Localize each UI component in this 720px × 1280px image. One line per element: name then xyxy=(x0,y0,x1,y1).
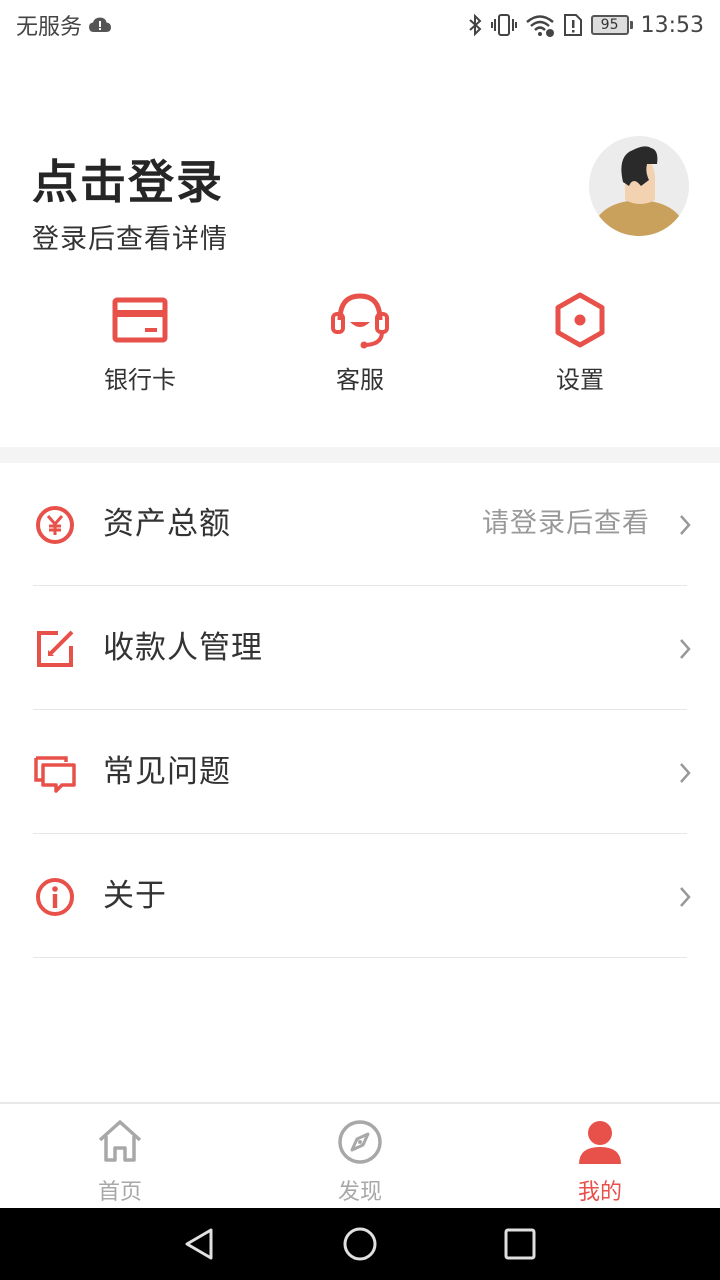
quick-actions: 银行卡 客服 设置 xyxy=(0,288,720,408)
chat-bubbles-icon xyxy=(34,756,76,793)
section-separator xyxy=(0,447,720,463)
nav-item-home[interactable]: 首页 xyxy=(60,1118,180,1206)
battery-indicator: 95 xyxy=(590,15,633,35)
chevron-right-icon xyxy=(680,887,691,907)
home-icon xyxy=(98,1120,142,1162)
menu-item-label: 收款人管理 xyxy=(103,630,263,666)
bottom-nav: 首页 发现 我的 xyxy=(0,1102,720,1208)
clock: 13:53 xyxy=(640,12,704,38)
person-icon xyxy=(579,1121,621,1164)
quick-action-label: 设置 xyxy=(556,366,604,394)
menu-item-label: 常见问题 xyxy=(103,754,231,790)
bank-card-icon xyxy=(112,297,168,343)
nav-item-mine[interactable]: 我的 xyxy=(540,1118,660,1206)
status-left: 无服务 xyxy=(16,9,112,41)
home-circle-icon[interactable] xyxy=(342,1226,378,1262)
vibrate-icon xyxy=(490,14,517,36)
carrier-text: 无服务 xyxy=(16,15,83,40)
wifi-icon xyxy=(525,15,554,37)
chevron-right-icon xyxy=(680,639,691,659)
login-subtitle: 登录后查看详情 xyxy=(32,224,228,255)
yuan-circle-icon xyxy=(36,506,74,544)
avatar[interactable] xyxy=(589,136,689,236)
avatar-icon xyxy=(589,136,689,236)
menu-item-about[interactable]: 关于 xyxy=(0,834,720,958)
edit-square-icon xyxy=(37,630,74,667)
headset-icon xyxy=(331,293,389,349)
back-triangle-icon[interactable] xyxy=(182,1226,218,1262)
nav-item-label: 首页 xyxy=(97,1180,142,1205)
bluetooth-icon xyxy=(468,13,482,37)
compass-icon xyxy=(338,1120,382,1164)
nav-item-label: 发现 xyxy=(337,1180,382,1205)
quick-action-settings[interactable]: 设置 xyxy=(500,288,660,395)
sim-alert-icon xyxy=(563,14,582,36)
battery-level: 95 xyxy=(590,15,629,35)
info-circle-icon xyxy=(36,878,74,916)
quick-action-bank-card[interactable]: 银行卡 xyxy=(60,288,220,395)
status-bar: 无服务 95 13:53 xyxy=(0,0,720,50)
system-nav-bar xyxy=(0,1208,720,1280)
nav-item-label: 我的 xyxy=(577,1180,622,1205)
quick-action-customer-service[interactable]: 客服 xyxy=(280,288,440,395)
quick-action-label: 银行卡 xyxy=(104,366,176,394)
settings-hexagon-icon xyxy=(555,292,605,348)
recents-square-icon[interactable] xyxy=(502,1226,538,1262)
menu-item-total-assets[interactable]: 资产总额 请登录后查看 xyxy=(0,462,720,586)
status-right: 95 13:53 xyxy=(467,13,704,38)
nav-item-discover[interactable]: 发现 xyxy=(300,1118,420,1206)
divider xyxy=(33,957,687,958)
quick-action-label: 客服 xyxy=(336,366,384,394)
menu-item-faq[interactable]: 常见问题 xyxy=(0,710,720,834)
login-title[interactable]: 点击登录 xyxy=(32,146,224,212)
menu-item-hint: 请登录后查看 xyxy=(482,508,650,539)
chevron-right-icon xyxy=(680,515,691,535)
menu-item-label: 资产总额 xyxy=(103,506,231,542)
chevron-right-icon xyxy=(680,763,691,783)
menu-item-payee-management[interactable]: 收款人管理 xyxy=(0,586,720,710)
cloud-alert-icon xyxy=(89,17,112,32)
menu-item-label: 关于 xyxy=(103,878,167,914)
